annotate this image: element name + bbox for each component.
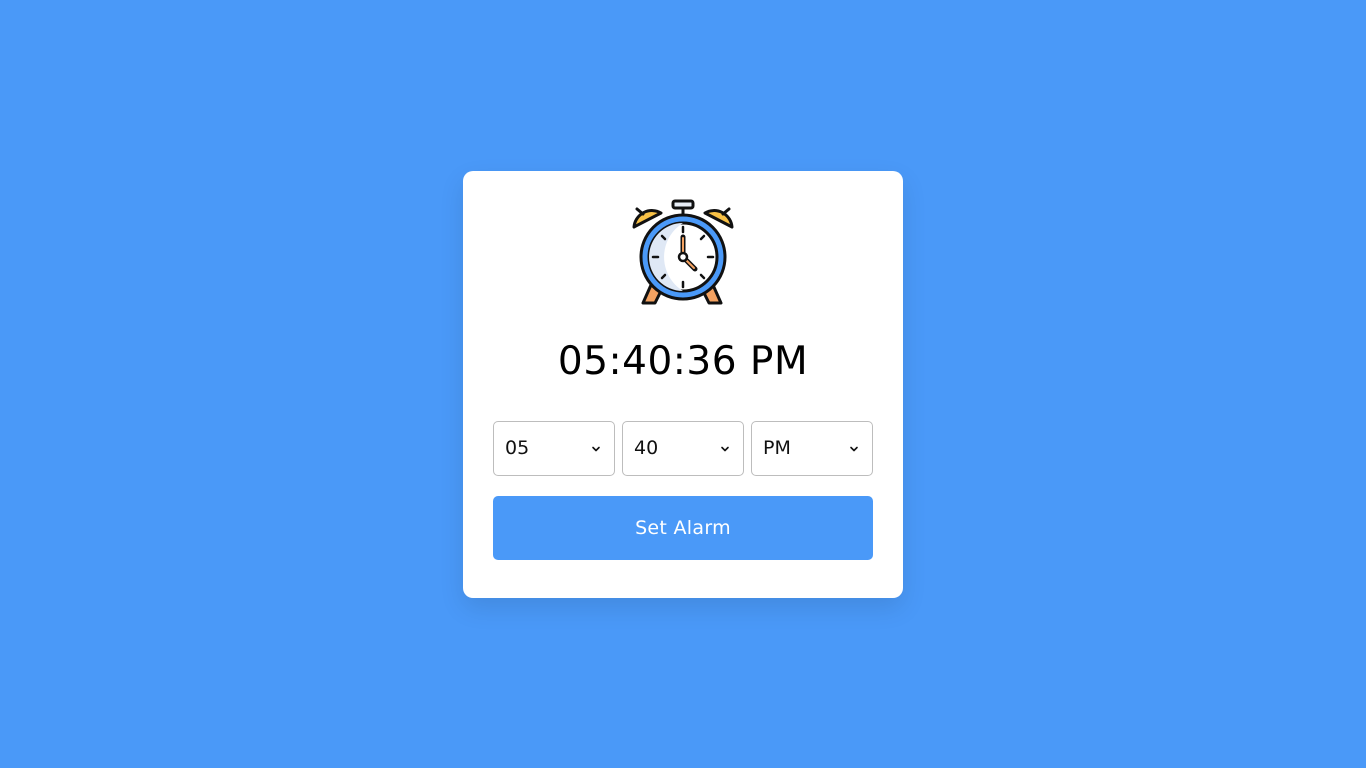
chevron-down-icon (719, 443, 731, 455)
chevron-down-icon (590, 443, 602, 455)
alarm-time-selects: 05 40 PM (493, 421, 873, 476)
alarm-card: 05:40:36 PM 05 40 PM Set Alarm (463, 171, 903, 598)
period-select[interactable]: PM (751, 421, 873, 476)
hour-select[interactable]: 05 (493, 421, 615, 476)
period-select-value: PM (763, 437, 791, 459)
current-time: 05:40:36 PM (557, 339, 809, 384)
chevron-down-icon (848, 443, 860, 455)
minute-select-value: 40 (634, 437, 659, 459)
alarm-clock-icon (629, 199, 737, 307)
set-alarm-button[interactable]: Set Alarm (493, 496, 873, 560)
hour-select-value: 05 (505, 437, 530, 459)
minute-select[interactable]: 40 (622, 421, 744, 476)
